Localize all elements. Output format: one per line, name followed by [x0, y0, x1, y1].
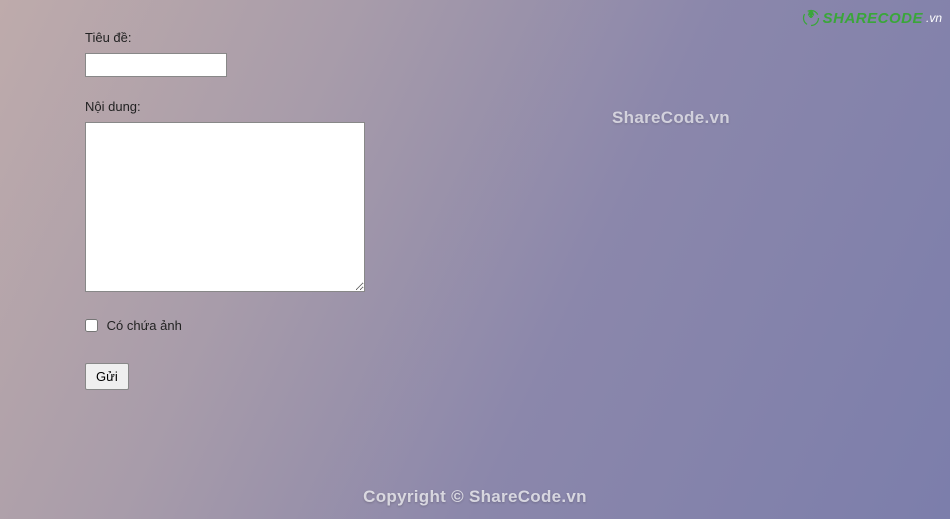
- title-input[interactable]: [85, 53, 227, 77]
- checkbox-group: Có chứa ảnh: [85, 317, 950, 333]
- title-label: Tiêu đề:: [85, 30, 950, 45]
- title-group: Tiêu đề:: [85, 30, 950, 77]
- checkbox-label: Có chứa ảnh: [107, 318, 182, 333]
- watermark-center: ShareCode.vn: [612, 108, 730, 128]
- content-group: Nội dung:: [85, 99, 950, 295]
- content-textarea[interactable]: [85, 122, 365, 292]
- watermark-footer: Copyright © ShareCode.vn: [363, 487, 587, 507]
- recycle-icon: [801, 8, 821, 28]
- logo-sharecode: SHARECODE .vn: [801, 8, 942, 28]
- content-label: Nội dung:: [85, 99, 950, 114]
- has-image-checkbox[interactable]: [85, 319, 98, 332]
- form-container: Tiêu đề: Nội dung: Có chứa ảnh Gửi: [0, 0, 950, 390]
- logo-text-sub: .vn: [926, 11, 942, 25]
- submit-button[interactable]: Gửi: [85, 363, 129, 390]
- logo-text-main: SHARECODE: [823, 10, 923, 27]
